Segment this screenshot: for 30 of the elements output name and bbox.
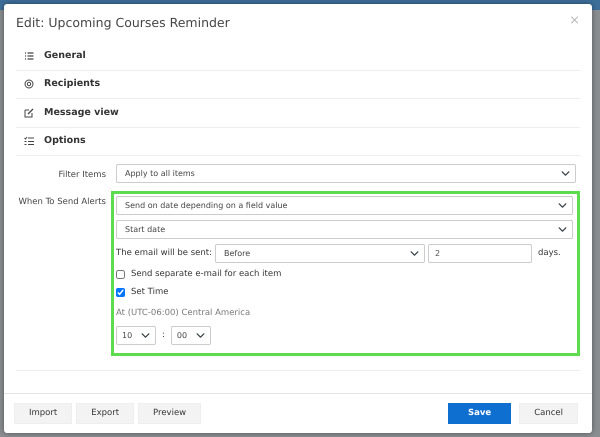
days-input[interactable]: 2 [428,244,532,263]
footer-button[interactable]: Preview [138,403,202,424]
checkbox-label: Send separate e-mail for each item [131,268,282,281]
set-time-checkbox[interactable] [116,288,125,297]
sent-label: The email will be sent: [116,247,212,260]
trigger-select[interactable]: Send on date depending on a field value [116,196,573,215]
checklist-icon [24,136,34,146]
direction-select[interactable]: Before [214,244,425,263]
separate-email-checkbox[interactable] [116,270,125,279]
date-field-select[interactable]: Start date [116,220,573,239]
footer-button[interactable]: Import [14,403,72,424]
accordion-header[interactable]: Message view [16,99,580,128]
field-label: When To Send Alerts [17,196,107,209]
timezone-text: At (UTC-06:00) Central America [116,306,252,320]
accordion-header[interactable]: Recipients [16,70,580,99]
checkbox-label: Set Time [131,286,168,298]
save-button[interactable]: Save [448,403,512,424]
accordion-header[interactable]: Options [16,128,580,156]
field-label: Filter Items [57,169,107,182]
minute-select[interactable]: 00 [170,326,211,346]
hour-select[interactable]: 10 [116,326,156,346]
cancel-button[interactable]: Cancel [519,403,578,424]
list-icon [24,50,34,61]
time-separator: : [162,329,165,342]
accordion-header[interactable]: General [16,42,580,70]
unit-label: days. [538,247,561,260]
filter-select[interactable]: Apply to all items [116,164,576,183]
edit-icon [24,108,34,118]
dialog-title: Edit: Upcoming Courses Reminder [16,14,230,32]
footer-button[interactable]: Export [76,403,134,424]
